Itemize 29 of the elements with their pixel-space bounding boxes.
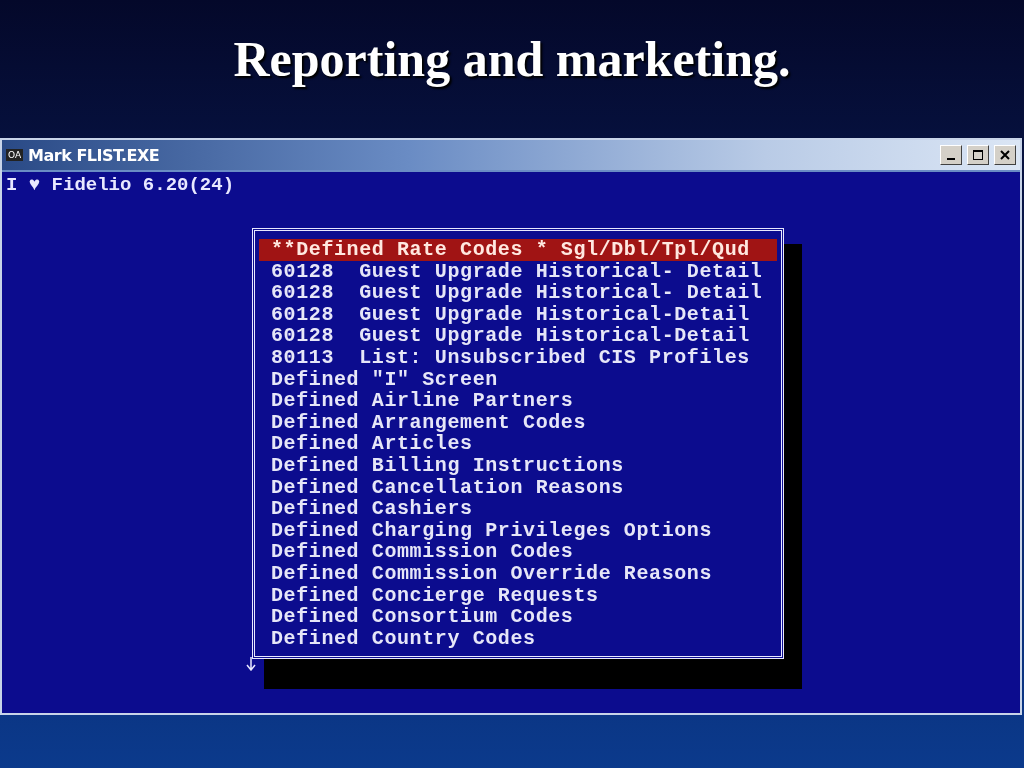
menu-item[interactable]: Defined Arrangement Codes [259, 411, 777, 434]
menu-item[interactable]: Defined Billing Instructions [259, 454, 777, 477]
close-button[interactable] [994, 145, 1016, 165]
window-icon: OA [6, 149, 24, 161]
menu-item[interactable]: 60128 Guest Upgrade Historical- Detail [259, 282, 777, 304]
menu-item[interactable]: Defined Cashiers [259, 498, 777, 520]
menu-item[interactable]: 60128 Guest Upgrade Historical-Detail [259, 325, 777, 347]
menu-item[interactable]: Defined Country Codes [259, 627, 777, 650]
menu-item[interactable]: **Defined Rate Codes * Sgl/Dbl/Tpl/Qud [259, 239, 777, 261]
window-title: Mark FLIST.EXE [28, 145, 160, 165]
minimize-icon [947, 158, 955, 160]
menu-item[interactable]: 60128 Guest Upgrade Historical- Detail [259, 260, 777, 283]
close-icon [1000, 150, 1010, 160]
menu-item[interactable]: Defined Charging Privileges Options [259, 519, 777, 542]
menu-item[interactable]: Defined Consortium Codes [259, 606, 777, 628]
menu-item[interactable]: Defined Airline Partners [259, 390, 777, 412]
menu-item[interactable]: Defined Cancellation Reasons [259, 476, 777, 499]
menu-item[interactable]: Defined Commission Override Reasons [259, 562, 777, 585]
console-line: I ♥ Fidelio 6.20(24) [5, 173, 236, 198]
menu-item[interactable]: Defined Commission Codes [259, 541, 777, 563]
menu-item[interactable]: Defined Concierge Requests [259, 584, 777, 607]
maximize-icon [973, 150, 983, 160]
menu-item[interactable]: Defined Articles [259, 433, 777, 455]
maximize-button[interactable] [967, 145, 989, 165]
menu-item[interactable]: 60128 Guest Upgrade Historical-Detail [259, 303, 777, 326]
minimize-button[interactable] [940, 145, 962, 165]
slide-title: Reporting and marketing. [233, 30, 791, 88]
menu-item[interactable]: Defined "I" Screen [259, 368, 777, 391]
menu-item[interactable]: 80113 List: Unsubscribed CIS Profiles [259, 346, 777, 369]
